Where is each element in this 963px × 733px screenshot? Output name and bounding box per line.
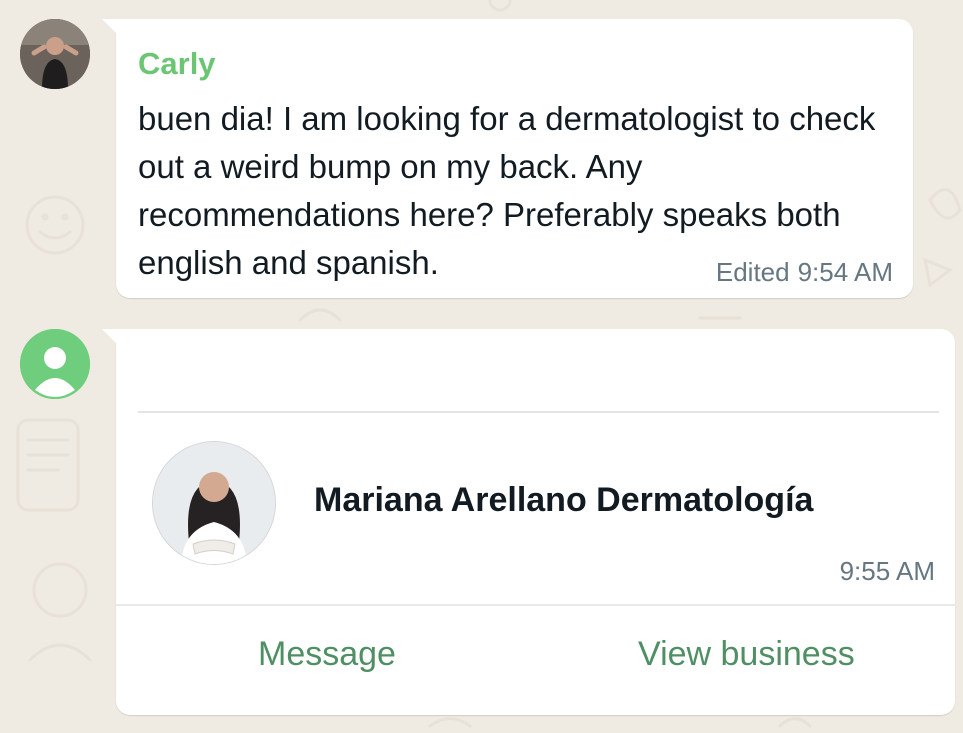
bubble-tail	[102, 329, 118, 345]
business-contact-card[interactable]: Mariana Arellano Dermatología 9:55 AM Me…	[102, 329, 955, 715]
profile-photo-icon	[20, 19, 90, 89]
business-profile-photo[interactable]	[153, 442, 275, 564]
view-business-button[interactable]: View business	[638, 635, 855, 674]
card-time: 9:55 AM	[839, 556, 935, 586]
person-icon	[20, 329, 90, 399]
message-time: 9:54 AM	[797, 257, 893, 287]
edited-label: Edited	[715, 257, 790, 287]
avatar-carly[interactable]	[20, 19, 90, 89]
avatar-default-user[interactable]	[20, 329, 90, 399]
card-actions-divider	[116, 604, 955, 606]
sender-name[interactable]: Carly	[138, 46, 216, 82]
message-meta: Edited 9:54 AM	[716, 257, 893, 288]
card-divider	[138, 411, 939, 413]
message-button[interactable]: Message	[258, 635, 396, 674]
message-bubble-carly[interactable]: Carly buen dia! I am looking for a derma…	[102, 19, 913, 298]
business-photo-icon	[153, 442, 275, 564]
bubble-tail	[102, 19, 118, 35]
business-name[interactable]: Mariana Arellano Dermatología	[314, 481, 813, 520]
